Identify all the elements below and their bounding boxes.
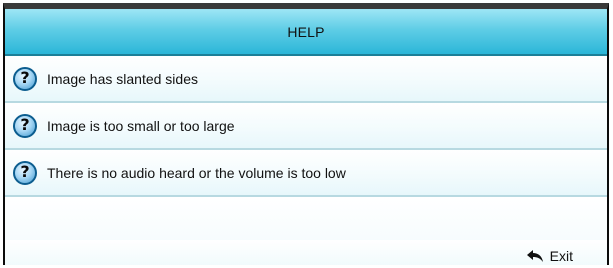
help-item-label: Image is too small or too large [47, 117, 235, 134]
question-icon: ? [13, 66, 37, 91]
help-topic-list: ? Image has slanted sides ? Image is too… [5, 56, 607, 244]
empty-list-row [5, 197, 607, 244]
dialog-title: HELP [287, 23, 325, 40]
help-item-label: There is no audio heard or the volume is… [47, 164, 346, 181]
exit-label: Exit [549, 248, 573, 264]
help-item-slanted-sides[interactable]: ? Image has slanted sides [5, 56, 607, 103]
dialog-header: HELP [5, 9, 607, 56]
help-item-no-audio[interactable]: ? There is no audio heard or the volume … [5, 150, 607, 197]
question-icon: ? [13, 160, 37, 185]
help-item-image-size[interactable]: ? Image is too small or too large [5, 103, 607, 150]
return-arrow-icon [526, 250, 543, 262]
help-dialog: HELP ? Image has slanted sides ? Image i… [0, 0, 613, 268]
dialog-footer: Exit [5, 240, 607, 265]
exit-button[interactable]: Exit [526, 248, 573, 264]
help-item-label: Image has slanted sides [47, 70, 198, 87]
question-icon: ? [13, 113, 37, 138]
help-panel: HELP ? Image has slanted sides ? Image i… [3, 3, 609, 265]
